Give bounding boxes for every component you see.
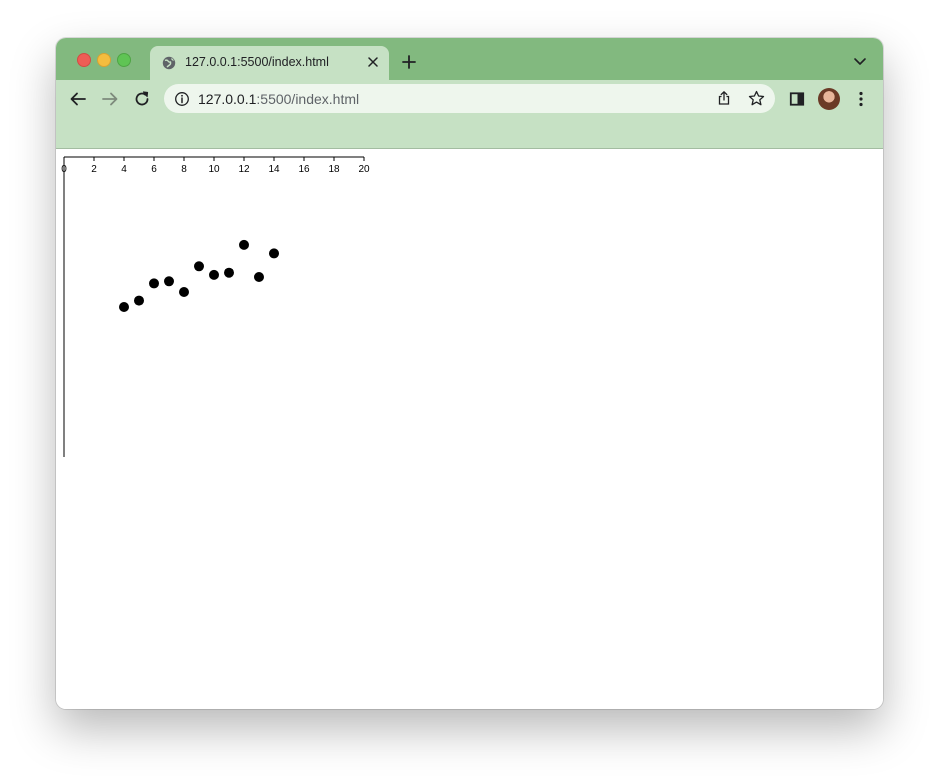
tab-active[interactable]: 127.0.0.1:5500/index.html (150, 46, 389, 80)
x-tick-label: 0 (61, 164, 67, 175)
x-tick-label: 16 (298, 164, 310, 175)
chevron-down-icon[interactable] (853, 55, 867, 67)
minimize-window-button[interactable] (97, 53, 111, 67)
star-icon[interactable] (748, 90, 765, 107)
page-content: 0 2 4 6 8 10 12 14 16 18 20 (56, 149, 883, 709)
info-icon[interactable] (174, 91, 190, 107)
data-point (209, 269, 219, 280)
x-tick-label: 2 (91, 164, 97, 175)
side-panel-icon[interactable] (787, 89, 807, 109)
data-point (269, 248, 279, 259)
url-host: 127.0.0.1 (198, 91, 257, 107)
avatar[interactable] (818, 88, 840, 110)
close-window-button[interactable] (77, 53, 91, 67)
arrow-left-icon[interactable] (68, 89, 88, 109)
data-point (224, 267, 234, 278)
data-point (179, 287, 189, 297)
x-tick-label: 6 (151, 164, 157, 175)
url-text[interactable]: 127.0.0.1:5500/index.html (198, 91, 359, 107)
data-point (134, 295, 144, 306)
x-tick-label: 10 (208, 164, 220, 175)
arrow-right-icon[interactable] (100, 89, 120, 109)
x-tick-label: 12 (238, 164, 250, 175)
data-point (239, 239, 249, 250)
data-point (194, 261, 204, 272)
x-tick-label: 20 (358, 164, 370, 175)
scatter-chart: 0 2 4 6 8 10 12 14 16 18 20 (61, 156, 370, 457)
toolbar: 127.0.0.1:5500/index.html (56, 80, 883, 118)
x-tick-label: 14 (268, 164, 280, 175)
kebab-menu-icon[interactable] (851, 89, 871, 109)
address-bar[interactable]: 127.0.0.1:5500/index.html (164, 84, 775, 113)
data-point (254, 272, 264, 282)
x-tick-label: 4 (121, 164, 127, 175)
url-path: :5500/index.html (256, 91, 360, 107)
data-point (164, 276, 174, 287)
close-icon[interactable] (365, 54, 381, 70)
x-tick-label: 8 (181, 164, 187, 175)
browser-window: 127.0.0.1:5500/index.html 127.0.0.1:5500… (56, 38, 883, 709)
bookmarks-bar (56, 118, 883, 149)
data-point (149, 278, 159, 289)
data-point (119, 302, 129, 312)
tab-strip: 127.0.0.1:5500/index.html (56, 38, 883, 80)
reload-icon[interactable] (132, 89, 152, 109)
tab-title: 127.0.0.1:5500/index.html (185, 55, 329, 69)
x-tick-label: 18 (328, 164, 340, 175)
share-icon[interactable] (716, 90, 732, 106)
zoom-window-button[interactable] (117, 53, 131, 67)
globe-icon (162, 56, 176, 70)
plus-icon[interactable] (400, 53, 418, 71)
